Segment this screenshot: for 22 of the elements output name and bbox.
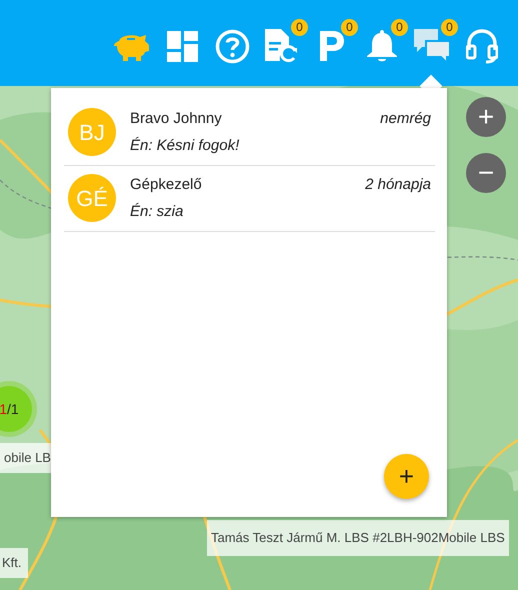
conversation-item[interactable]: GÉ Gépkezelő 2 hónapja Én: szia — [64, 166, 435, 232]
contact-name[interactable]: Gépkezelő — [130, 174, 202, 196]
message-preview: Én: Késni fogok! — [130, 136, 240, 156]
avatar: BJ — [68, 108, 116, 156]
bell-icon[interactable] — [367, 29, 397, 63]
count-badge: 0 — [391, 19, 408, 36]
new-conversation-button[interactable]: + — [384, 454, 429, 499]
dashboard-icon[interactable] — [166, 30, 198, 62]
help-icon[interactable] — [214, 28, 250, 64]
contact-name[interactable]: Bravo Johnny — [130, 108, 222, 130]
parking-icon[interactable] — [320, 31, 344, 61]
map-label: Kft. — [0, 548, 28, 578]
message-time: 2 hónapja — [365, 175, 431, 195]
message-preview: Én: szia — [130, 202, 184, 222]
map-label: Tamás Teszt Jármű M. LBS #2LBH-902Mobile LBS — [207, 520, 509, 556]
count-badge: 0 — [341, 19, 358, 36]
count-badge: 0 — [441, 19, 458, 36]
conversation-item[interactable]: BJ Bravo Johnny nemrég Én: Késni fogok! — [64, 100, 435, 166]
message-time: nemrég — [380, 109, 431, 129]
headset-icon[interactable] — [466, 28, 498, 64]
count-badge: 0 — [291, 19, 308, 36]
avatar: GÉ — [68, 174, 116, 222]
